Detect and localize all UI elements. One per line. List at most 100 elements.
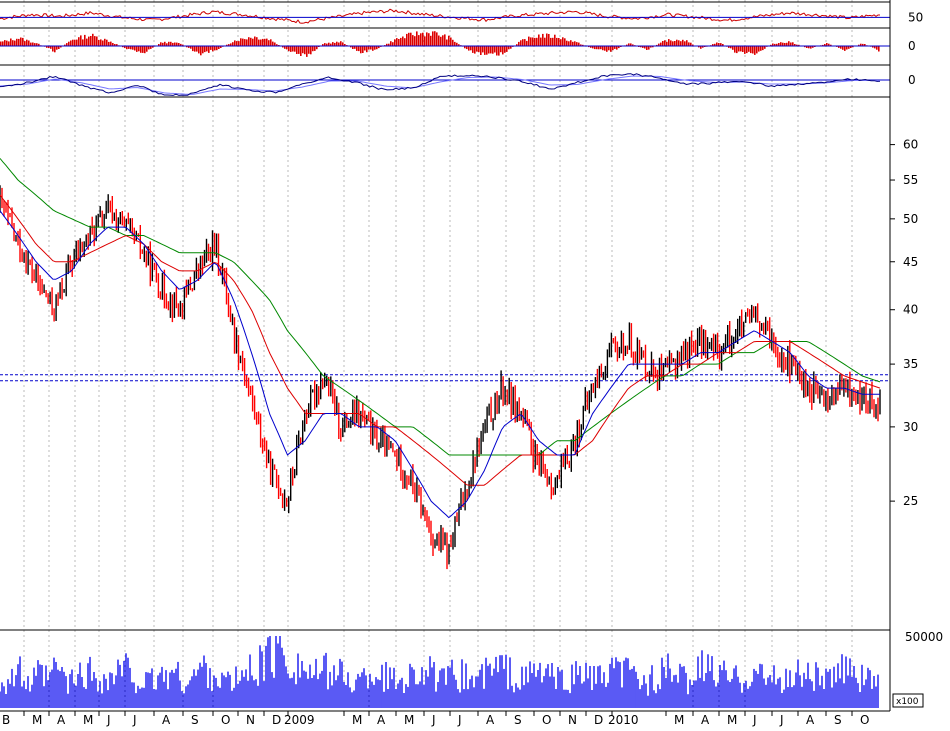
oscillator-2-bar (540, 38, 542, 46)
oscillator-2-bar (392, 42, 394, 46)
x-axis-label: J (106, 713, 111, 727)
month-grid (0, 0, 852, 710)
stock-chart: 50 0 0 6055504540353025 50000x100 BMAMJJ… (0, 0, 950, 727)
oscillator-2-bar (604, 46, 606, 51)
x-axis-label: J (457, 713, 462, 727)
oscillator-2-bar (236, 41, 238, 46)
oscillator-2-bar (404, 38, 406, 46)
oscillator-2-bar (452, 40, 454, 46)
x-axis-label: M (32, 713, 42, 727)
oscillator-2-bar (672, 41, 674, 46)
oscillator-2-bar (684, 41, 686, 46)
oscillator-2-bar (144, 46, 146, 53)
oscillator-2-bar (494, 46, 496, 53)
oscillator-2-bar (788, 41, 790, 46)
oscillator-2-bar (736, 46, 738, 53)
oscillator-2-bar (754, 46, 756, 55)
oscillator-2-bar (266, 39, 268, 46)
oscillator-2-bar (80, 35, 82, 46)
oscillator-2-bar (238, 41, 240, 46)
oscillator-2-bar (18, 39, 20, 46)
oscillator-2-bar (610, 46, 612, 52)
price-tick-label: 50 (903, 212, 918, 226)
oscillator-2-bar (174, 43, 176, 47)
oscillator-2-bar (666, 42, 668, 46)
oscillator-2-bar (520, 40, 522, 46)
oscillator-2-bar (290, 46, 292, 52)
oscillator-2-bar (408, 33, 410, 46)
oscillator-2-bar (444, 34, 446, 46)
oscillator-2-bar (146, 46, 148, 52)
oscillator-2-bar (90, 36, 92, 46)
oscillator-2-bar (70, 41, 72, 47)
oscillator-2-bar (686, 40, 688, 46)
oscillator-2-bar (574, 41, 576, 46)
oscillator-2-bar (292, 46, 294, 52)
oscillator-2-bar (496, 46, 498, 56)
oscillator-2-bar (242, 39, 244, 46)
oscillator-2-bar (56, 46, 58, 50)
oscillator-2-bar (424, 36, 426, 46)
oscillator-2-bar (252, 39, 254, 46)
oscillator-2-bar (402, 37, 404, 47)
oscillator-2-bar (22, 38, 24, 46)
oscillator-2-bar (546, 34, 548, 47)
price-panel: 6055504540353025 (0, 138, 918, 570)
oscillator-2-bar (576, 42, 578, 46)
oscillator-2-bar (16, 39, 18, 46)
oscillator-2-bar (52, 46, 54, 52)
oscillator-2-bar (72, 40, 74, 46)
oscillator-2-bar (568, 41, 570, 46)
oscillator-2-bar (170, 42, 172, 46)
oscillator-2-bar (550, 38, 552, 46)
oscillator-2-bar (296, 46, 298, 54)
oscillator-2-bar (758, 46, 760, 52)
oscillator-2-bar (616, 46, 618, 50)
oscillator-2-bar (422, 33, 424, 46)
oscillator-2-bar (196, 46, 198, 52)
oscillator-2-bar (198, 46, 200, 53)
x-axis-label: D (594, 713, 603, 727)
oscillator-2-bar (480, 46, 482, 55)
oscillator-2-bar (74, 40, 76, 46)
oscillator-2-bar (102, 41, 104, 47)
oscillator-2-bar (294, 46, 296, 52)
oscillator-2-bar (420, 33, 422, 46)
oscillator-2-bar (26, 40, 28, 46)
oscillator-2-bar (214, 46, 216, 50)
oscillator-2-bar (474, 46, 476, 54)
oscillator-2-bar (6, 41, 8, 46)
oscillator-2-bar (504, 46, 506, 53)
oscillator-2-bar (746, 46, 748, 53)
oscillator-2-bar (274, 43, 276, 47)
oscillator-2-bar (846, 46, 848, 50)
oscillator-2-bar (264, 39, 266, 46)
oscillator-2-bar (136, 46, 138, 52)
oscillator-2-bar (4, 40, 6, 46)
oscillator-2-bar (680, 41, 682, 46)
oscillator-2-bar (106, 40, 108, 46)
oscillator-2-bar (606, 46, 608, 52)
oscillator-2-bar (234, 40, 236, 46)
oscillator-2-bar (578, 43, 580, 46)
x-axis-label: N (568, 713, 577, 727)
oscillator-2-bar (410, 33, 412, 46)
oscillator-2-bar (240, 38, 242, 46)
oscillator-2-bar (12, 40, 14, 46)
oscillator-2-bar (734, 46, 736, 53)
oscillator-2-bar (306, 46, 308, 57)
oscillator-2-bar (524, 39, 526, 46)
oscillator-2-bar (110, 42, 112, 46)
oscillator-2-bar (470, 46, 472, 50)
oscillator-2-bar (54, 46, 56, 52)
oscillator-2-bar (308, 46, 310, 54)
oscillator-2-bar (304, 46, 306, 54)
oscillator-2-bar (446, 40, 448, 47)
oscillator-2-bar (30, 43, 32, 46)
oscillator-2-bar (454, 42, 456, 46)
oscillator-2-bar (760, 46, 762, 51)
oscillator-2-bar (176, 43, 178, 46)
oscillator-2-bar (332, 42, 334, 46)
oscillator-2-bar (400, 38, 402, 46)
oscillator-2-bar (314, 46, 316, 51)
